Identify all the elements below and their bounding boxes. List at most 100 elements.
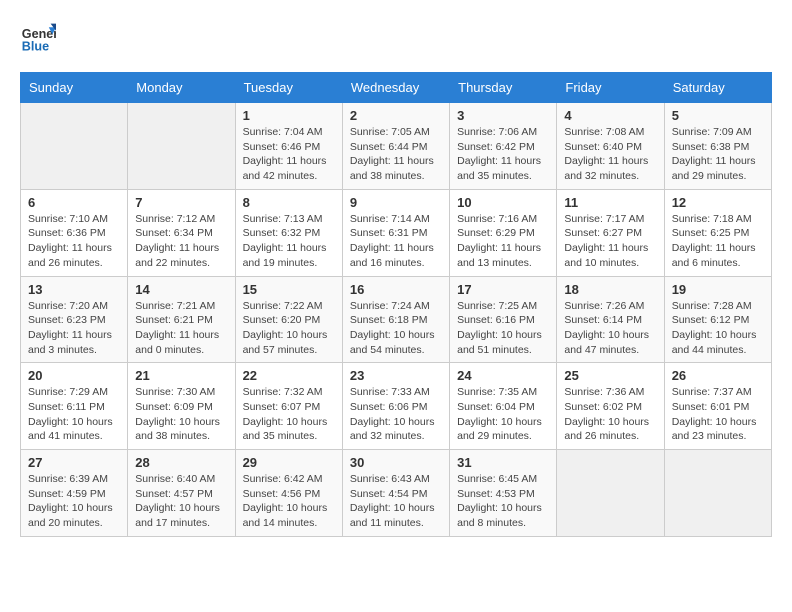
day-number: 18 (564, 282, 656, 297)
day-info: Sunrise: 7:22 AM Sunset: 6:20 PM Dayligh… (243, 299, 335, 358)
calendar-week-row: 27 Sunrise: 6:39 AM Sunset: 4:59 PM Dayli… (21, 450, 772, 537)
calendar-cell: 12Sunrise: 7:18 AM Sunset: 6:25 PM Dayli… (664, 189, 771, 276)
calendar-cell: 17 Sunrise: 7:25 AM Sunset: 6:16 PM Dayli… (450, 276, 557, 363)
calendar-cell: 1 Sunrise: 7:04 AM Sunset: 6:46 PM Daylig… (235, 103, 342, 190)
day-info: Sunrise: 7:13 AM Sunset: 6:32 PM Dayligh… (243, 212, 335, 271)
calendar-cell: 30 Sunrise: 6:43 AM Sunset: 4:54 PM Dayli… (342, 450, 449, 537)
calendar-cell: 13 Sunrise: 7:20 AM Sunset: 6:23 PM Dayli… (21, 276, 128, 363)
day-info: Sunrise: 6:45 AM Sunset: 4:53 PM Dayligh… (457, 472, 549, 531)
day-number: 15 (243, 282, 335, 297)
calendar-cell: 27 Sunrise: 6:39 AM Sunset: 4:59 PM Dayli… (21, 450, 128, 537)
day-info: Sunrise: 7:36 AM Sunset: 6:02 PM Dayligh… (564, 385, 656, 444)
calendar-week-row: 13 Sunrise: 7:20 AM Sunset: 6:23 PM Dayli… (21, 276, 772, 363)
day-number: 2 (350, 108, 442, 123)
day-info: Sunrise: 7:17 AM Sunset: 6:27 PM Dayligh… (564, 212, 656, 271)
day-info: Sunrise: 7:29 AM Sunset: 6:11 PM Dayligh… (28, 385, 120, 444)
day-info: Sunrise: 7:35 AM Sunset: 6:04 PM Dayligh… (457, 385, 549, 444)
day-number: 29 (243, 455, 335, 470)
day-number: 7 (135, 195, 227, 210)
day-info: Sunrise: 6:43 AM Sunset: 4:54 PM Dayligh… (350, 472, 442, 531)
day-number: 11 (564, 195, 656, 210)
day-number: 25 (564, 368, 656, 383)
calendar-cell: 26 Sunrise: 7:37 AM Sunset: 6:01 PM Dayli… (664, 363, 771, 450)
day-number: 19 (672, 282, 764, 297)
day-info: Sunrise: 7:32 AM Sunset: 6:07 PM Dayligh… (243, 385, 335, 444)
calendar-cell: 3Sunrise: 7:06 AM Sunset: 6:42 PM Daylig… (450, 103, 557, 190)
calendar-cell: 28 Sunrise: 6:40 AM Sunset: 4:57 PM Dayli… (128, 450, 235, 537)
calendar-cell: 16Sunrise: 7:24 AM Sunset: 6:18 PM Dayli… (342, 276, 449, 363)
day-number: 9 (350, 195, 442, 210)
day-info: Sunrise: 7:28 AM Sunset: 6:12 PM Dayligh… (672, 299, 764, 358)
day-info: Sunrise: 7:26 AM Sunset: 6:14 PM Dayligh… (564, 299, 656, 358)
calendar-cell: 23 Sunrise: 7:33 AM Sunset: 6:06 PM Dayli… (342, 363, 449, 450)
day-number: 10 (457, 195, 549, 210)
calendar-cell: 21Sunrise: 7:30 AM Sunset: 6:09 PM Dayli… (128, 363, 235, 450)
day-info: Sunrise: 7:16 AM Sunset: 6:29 PM Dayligh… (457, 212, 549, 271)
calendar-cell (128, 103, 235, 190)
calendar-cell: 8 Sunrise: 7:13 AM Sunset: 6:32 PM Daylig… (235, 189, 342, 276)
weekday-header-wednesday: Wednesday (342, 73, 449, 103)
weekday-header-saturday: Saturday (664, 73, 771, 103)
day-number: 17 (457, 282, 549, 297)
day-info: Sunrise: 7:09 AM Sunset: 6:38 PM Dayligh… (672, 125, 764, 184)
calendar-cell: 22 Sunrise: 7:32 AM Sunset: 6:07 PM Dayli… (235, 363, 342, 450)
day-info: Sunrise: 6:40 AM Sunset: 4:57 PM Dayligh… (135, 472, 227, 531)
calendar-cell: 7 Sunrise: 7:12 AM Sunset: 6:34 PM Daylig… (128, 189, 235, 276)
calendar-week-row: 20 Sunrise: 7:29 AM Sunset: 6:11 PM Dayli… (21, 363, 772, 450)
calendar-cell: 5 Sunrise: 7:09 AM Sunset: 6:38 PM Daylig… (664, 103, 771, 190)
day-number: 3 (457, 108, 549, 123)
logo: General Blue (20, 20, 60, 56)
day-number: 28 (135, 455, 227, 470)
day-number: 20 (28, 368, 120, 383)
day-info: Sunrise: 7:05 AM Sunset: 6:44 PM Dayligh… (350, 125, 442, 184)
weekday-header-friday: Friday (557, 73, 664, 103)
logo-icon: General Blue (20, 20, 56, 56)
day-number: 8 (243, 195, 335, 210)
day-number: 27 (28, 455, 120, 470)
calendar-week-row: 6 Sunrise: 7:10 AM Sunset: 6:36 PM Daylig… (21, 189, 772, 276)
day-number: 22 (243, 368, 335, 383)
day-info: Sunrise: 7:10 AM Sunset: 6:36 PM Dayligh… (28, 212, 120, 271)
calendar-cell (557, 450, 664, 537)
calendar-cell (21, 103, 128, 190)
calendar-cell: 24 Sunrise: 7:35 AM Sunset: 6:04 PM Dayli… (450, 363, 557, 450)
calendar-cell: 18 Sunrise: 7:26 AM Sunset: 6:14 PM Dayli… (557, 276, 664, 363)
day-info: Sunrise: 6:42 AM Sunset: 4:56 PM Dayligh… (243, 472, 335, 531)
day-number: 26 (672, 368, 764, 383)
weekday-header-monday: Monday (128, 73, 235, 103)
day-number: 14 (135, 282, 227, 297)
calendar-cell: 4 Sunrise: 7:08 AM Sunset: 6:40 PM Daylig… (557, 103, 664, 190)
calendar-cell: 9 Sunrise: 7:14 AM Sunset: 6:31 PM Daylig… (342, 189, 449, 276)
calendar-cell: 10 Sunrise: 7:16 AM Sunset: 6:29 PM Dayli… (450, 189, 557, 276)
day-number: 5 (672, 108, 764, 123)
weekday-header-tuesday: Tuesday (235, 73, 342, 103)
day-number: 24 (457, 368, 549, 383)
calendar-cell: 15 Sunrise: 7:22 AM Sunset: 6:20 PM Dayli… (235, 276, 342, 363)
weekday-header-sunday: Sunday (21, 73, 128, 103)
day-info: Sunrise: 7:25 AM Sunset: 6:16 PM Dayligh… (457, 299, 549, 358)
day-info: Sunrise: 7:04 AM Sunset: 6:46 PM Dayligh… (243, 125, 335, 184)
calendar-cell: 31Sunrise: 6:45 AM Sunset: 4:53 PM Dayli… (450, 450, 557, 537)
day-info: Sunrise: 7:21 AM Sunset: 6:21 PM Dayligh… (135, 299, 227, 358)
day-info: Sunrise: 7:08 AM Sunset: 6:40 PM Dayligh… (564, 125, 656, 184)
day-info: Sunrise: 7:37 AM Sunset: 6:01 PM Dayligh… (672, 385, 764, 444)
calendar-cell: 14 Sunrise: 7:21 AM Sunset: 6:21 PM Dayli… (128, 276, 235, 363)
day-number: 4 (564, 108, 656, 123)
day-info: Sunrise: 7:33 AM Sunset: 6:06 PM Dayligh… (350, 385, 442, 444)
calendar-cell: 20 Sunrise: 7:29 AM Sunset: 6:11 PM Dayli… (21, 363, 128, 450)
day-info: Sunrise: 6:39 AM Sunset: 4:59 PM Dayligh… (28, 472, 120, 531)
weekday-header-row: SundayMondayTuesdayWednesdayThursdayFrid… (21, 73, 772, 103)
day-number: 1 (243, 108, 335, 123)
day-number: 12 (672, 195, 764, 210)
day-info: Sunrise: 7:20 AM Sunset: 6:23 PM Dayligh… (28, 299, 120, 358)
day-info: Sunrise: 7:14 AM Sunset: 6:31 PM Dayligh… (350, 212, 442, 271)
day-info: Sunrise: 7:12 AM Sunset: 6:34 PM Dayligh… (135, 212, 227, 271)
day-number: 6 (28, 195, 120, 210)
svg-text:Blue: Blue (22, 40, 49, 54)
calendar-cell: 29 Sunrise: 6:42 AM Sunset: 4:56 PM Dayli… (235, 450, 342, 537)
calendar-cell (664, 450, 771, 537)
day-number: 30 (350, 455, 442, 470)
day-number: 23 (350, 368, 442, 383)
calendar-cell: 6 Sunrise: 7:10 AM Sunset: 6:36 PM Daylig… (21, 189, 128, 276)
day-number: 13 (28, 282, 120, 297)
